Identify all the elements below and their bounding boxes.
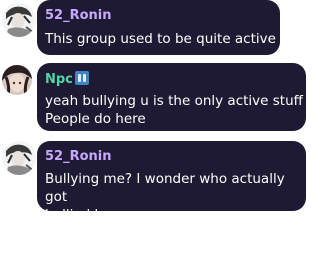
sender-name[interactable]: Npc [45, 71, 89, 87]
sender-name-text: Npc [45, 72, 73, 87]
avatar[interactable] [2, 141, 36, 175]
avatar[interactable] [2, 65, 32, 95]
sender-name[interactable]: 52_Ronin [45, 149, 112, 164]
avatar[interactable] [2, 3, 36, 37]
message-bubble: Npc yeah bullying u is the only active s… [37, 63, 306, 131]
message-bubble: 52_Ronin Bullying me? I wonder who actua… [37, 141, 306, 223]
message-bubble: 52_Ronin This group used to be quite act… [37, 0, 280, 55]
message-text: This group used to be quite active [45, 31, 276, 47]
x-ray-sticker-icon [74, 71, 89, 85]
sender-name[interactable]: 52_Ronin [45, 8, 112, 23]
message-text: Bullying me? I wonder who actually got b… [45, 171, 285, 223]
message-text: yeah bullying u is the only active stuff… [45, 93, 303, 127]
